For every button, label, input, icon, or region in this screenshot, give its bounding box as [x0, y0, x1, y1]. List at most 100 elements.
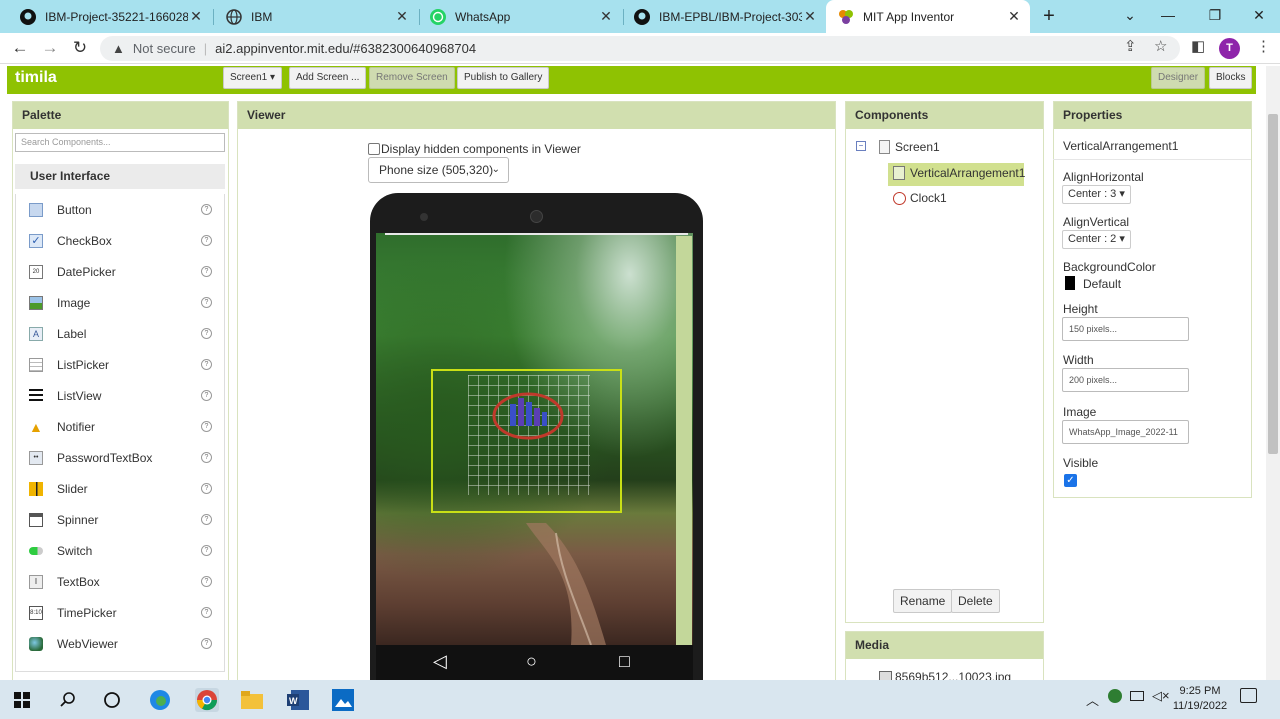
palette-item-checkbox[interactable]: ✓ CheckBox ?	[16, 225, 226, 256]
tab-whatsapp[interactable]: WhatsApp ✕	[418, 0, 622, 33]
delete-button[interactable]: Delete	[951, 589, 1000, 613]
palette-item-listview[interactable]: ListView ?	[16, 380, 226, 411]
help-icon[interactable]: ?	[201, 421, 212, 432]
remove-screen-button[interactable]: Remove Screen	[369, 67, 455, 89]
align-horizontal-dropdown[interactable]: Center : 3 ▾	[1062, 185, 1131, 204]
color-swatch[interactable]	[1065, 276, 1075, 290]
palette-item-listpicker[interactable]: ListPicker ?	[16, 349, 226, 380]
width-input[interactable]: 200 pixels...	[1062, 368, 1189, 392]
help-icon[interactable]: ?	[201, 452, 212, 463]
palette-item-switch[interactable]: Switch ?	[16, 535, 226, 566]
rename-button[interactable]: Rename	[893, 589, 953, 613]
windows-start-icon[interactable]	[10, 688, 34, 712]
bookmark-star-icon[interactable]: ☆	[1154, 37, 1167, 55]
tray-chevron-icon[interactable]: ︿	[1086, 690, 1099, 709]
checkbox-box[interactable]	[368, 143, 380, 155]
file-explorer-icon[interactable]	[240, 688, 264, 712]
taskbar-clock[interactable]: 9:25 PM 11/19/2022	[1172, 684, 1228, 714]
nav-back-icon[interactable]: ◁	[433, 651, 447, 672]
minimize-icon[interactable]: —	[1156, 4, 1180, 28]
volume-icon[interactable]: ◁×	[1152, 688, 1170, 704]
help-icon[interactable]: ?	[201, 483, 212, 494]
restore-icon[interactable]: ❐	[1203, 4, 1227, 28]
help-icon[interactable]: ?	[201, 297, 212, 308]
tab-github-epbl[interactable]: IBM-EPBL/IBM-Project-3036 ✕	[622, 0, 826, 33]
palette-search-input[interactable]: Search Components...	[15, 133, 225, 152]
tree-node-screen1[interactable]: Screen1	[879, 140, 940, 154]
align-vertical-dropdown[interactable]: Center : 2 ▾	[1062, 230, 1131, 249]
visible-checkbox[interactable]: ✓	[1064, 474, 1077, 487]
close-icon[interactable]: ✕	[188, 8, 204, 25]
task-view-icon[interactable]	[100, 688, 124, 712]
height-input[interactable]: 150 pixels...	[1062, 317, 1189, 341]
forward-icon[interactable]: →	[38, 37, 62, 61]
palette-item-button[interactable]: Button ?	[16, 194, 226, 225]
nav-recents-icon[interactable]: □	[619, 651, 630, 672]
close-icon[interactable]: ✕	[394, 8, 410, 25]
image-input[interactable]: WhatsApp_Image_2022-11	[1062, 420, 1189, 444]
edge-icon[interactable]	[148, 688, 172, 712]
back-icon[interactable]: ←	[8, 37, 32, 61]
close-icon[interactable]: ✕	[802, 8, 818, 25]
chrome-icon[interactable]	[195, 688, 219, 712]
palette-item-slider[interactable]: Slider ?	[16, 473, 226, 504]
close-icon[interactable]: ✕	[1006, 8, 1022, 25]
new-tab-icon[interactable]: +	[1038, 6, 1060, 28]
phone-size-select[interactable]: Phone size (505,320) ⌄	[368, 157, 509, 183]
palette-item-image[interactable]: Image ?	[16, 287, 226, 318]
nav-home-icon[interactable]: ○	[526, 651, 537, 672]
help-icon[interactable]: ?	[201, 204, 212, 215]
tab-ibm[interactable]: IBM ✕	[214, 0, 418, 33]
warning-icon[interactable]: ▲	[112, 41, 125, 56]
notifications-icon[interactable]	[1240, 688, 1257, 703]
battery-icon[interactable]	[1130, 691, 1144, 701]
blocks-button[interactable]: Blocks	[1209, 67, 1253, 89]
avatar[interactable]: T	[1219, 38, 1240, 59]
palette-item-textbox[interactable]: I TextBox ?	[16, 566, 226, 597]
side-panel-icon[interactable]: ◧	[1191, 37, 1205, 55]
palette-category-user-interface[interactable]: User Interface	[15, 164, 225, 189]
menu-kebab-icon[interactable]: ⋮	[1256, 37, 1271, 55]
tab-github-project[interactable]: IBM-Project-35221-16602826 ✕	[8, 0, 212, 33]
help-icon[interactable]: ?	[201, 514, 212, 525]
address-bar[interactable]: ▲ Not secure | ai2.appinventor.mit.edu/#…	[100, 36, 1180, 61]
help-icon[interactable]: ?	[201, 235, 212, 246]
scrollbar-thumb[interactable]	[1268, 114, 1278, 454]
publish-gallery-button[interactable]: Publish to Gallery	[457, 67, 550, 89]
palette-item-webviewer[interactable]: WebViewer ?	[16, 628, 226, 659]
search-icon[interactable]	[56, 688, 80, 712]
tab-search-icon[interactable]: ⌄	[1118, 4, 1142, 28]
word-icon[interactable]: W	[286, 688, 310, 712]
security-shield-icon[interactable]	[1108, 689, 1122, 703]
help-icon[interactable]: ?	[201, 359, 212, 370]
window-close-icon[interactable]: ✕	[1247, 4, 1271, 28]
help-icon[interactable]: ?	[201, 638, 212, 649]
tree-node-clock1[interactable]: Clock1	[893, 191, 947, 205]
collapse-icon[interactable]: −	[856, 141, 866, 151]
help-icon[interactable]: ?	[201, 576, 212, 587]
tab-app-inventor[interactable]: MIT App Inventor ✕	[826, 0, 1030, 33]
vertical-arrangement-selected[interactable]	[431, 369, 622, 513]
palette-item-passwordtextbox[interactable]: •• PasswordTextBox ?	[16, 442, 226, 473]
display-hidden-checkbox[interactable]: Display hidden components in Viewer	[368, 142, 581, 156]
spinner-icon	[29, 513, 43, 527]
photos-icon[interactable]	[331, 688, 355, 712]
help-icon[interactable]: ?	[201, 545, 212, 556]
help-icon[interactable]: ?	[201, 266, 212, 277]
designer-button[interactable]: Designer	[1151, 67, 1206, 89]
share-icon[interactable]: ⇪	[1124, 37, 1137, 55]
screen-dropdown[interactable]: Screen1 ▾	[223, 67, 283, 89]
help-icon[interactable]: ?	[201, 328, 212, 339]
palette-item-timepicker[interactable]: 8:10 TimePicker ?	[16, 597, 226, 628]
reload-icon[interactable]: ↻	[68, 37, 92, 61]
help-icon[interactable]: ?	[201, 607, 212, 618]
palette-item-datepicker[interactable]: 20 DatePicker ?	[16, 256, 226, 287]
palette-item-label[interactable]: A Label ?	[16, 318, 226, 349]
palette-item-spinner[interactable]: Spinner ?	[16, 504, 226, 535]
help-icon[interactable]: ?	[201, 390, 212, 401]
background-color-value[interactable]: Default	[1083, 277, 1121, 291]
add-screen-button[interactable]: Add Screen ...	[289, 67, 367, 89]
palette-item-notifier[interactable]: ▲ Notifier ?	[16, 411, 226, 442]
close-icon[interactable]: ✕	[598, 8, 614, 25]
tree-node-verticalarrangement1[interactable]: VerticalArrangement1	[893, 166, 1025, 180]
